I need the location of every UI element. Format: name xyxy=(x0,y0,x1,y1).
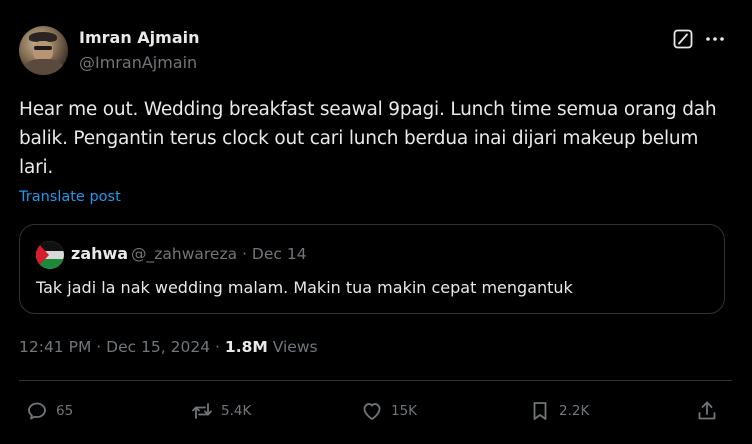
translate-post-link[interactable]: Translate post xyxy=(19,189,121,205)
repost-icon xyxy=(192,403,212,419)
bookmark-icon xyxy=(533,402,547,420)
quoted-author-meta: @_zahwareza · Dec 14 xyxy=(131,245,307,263)
reply-count: 65 xyxy=(56,403,74,419)
author-avatar[interactable] xyxy=(19,26,68,75)
tweet-meta: 12:41 PM · Dec 15, 2024 · 1.8M Views xyxy=(19,338,318,356)
bookmark-button[interactable]: 2.2K xyxy=(528,398,589,424)
reply-button[interactable]: 65 xyxy=(25,398,73,424)
reply-icon xyxy=(28,402,46,420)
quoted-author-handle[interactable]: @_zahwareza xyxy=(131,245,237,263)
grok-icon[interactable] xyxy=(672,28,694,50)
tweet-text: Hear me out. Wedding breakfast seawal 9p… xyxy=(19,99,717,178)
repost-count: 5.4K xyxy=(221,403,252,419)
tweet-date[interactable]: Dec 15, 2024 xyxy=(106,338,210,356)
author-name[interactable]: Imran Ajmain xyxy=(79,28,199,47)
quoted-date[interactable]: Dec 14 xyxy=(252,245,307,263)
repost-button[interactable]: 5.4K xyxy=(190,398,251,424)
meta-separator-2: · xyxy=(215,338,220,356)
quoted-separator: · xyxy=(242,245,247,263)
quoted-tweet-card[interactable]: zahwa @_zahwareza · Dec 14 Tak jadi la n… xyxy=(19,224,725,314)
author-handle[interactable]: @ImranAjmain xyxy=(79,53,197,72)
divider xyxy=(19,380,732,381)
like-count: 15K xyxy=(391,403,418,419)
share-icon xyxy=(698,401,716,420)
quoted-tweet-text: Tak jadi la nak wedding malam. Makin tua… xyxy=(36,278,573,297)
views-label: Views xyxy=(272,338,318,356)
tweet-time[interactable]: 12:41 PM xyxy=(19,338,91,356)
meta-separator: · xyxy=(96,338,102,356)
more-horizontal-icon[interactable] xyxy=(703,27,727,51)
bookmark-count: 2.2K xyxy=(559,403,590,419)
quoted-author-avatar[interactable] xyxy=(36,241,64,269)
views-count: 1.8M xyxy=(224,338,268,356)
like-button[interactable]: 15K xyxy=(360,398,417,424)
heart-icon xyxy=(363,403,381,420)
share-button[interactable] xyxy=(695,398,719,424)
quoted-author-name[interactable]: zahwa xyxy=(71,244,128,263)
